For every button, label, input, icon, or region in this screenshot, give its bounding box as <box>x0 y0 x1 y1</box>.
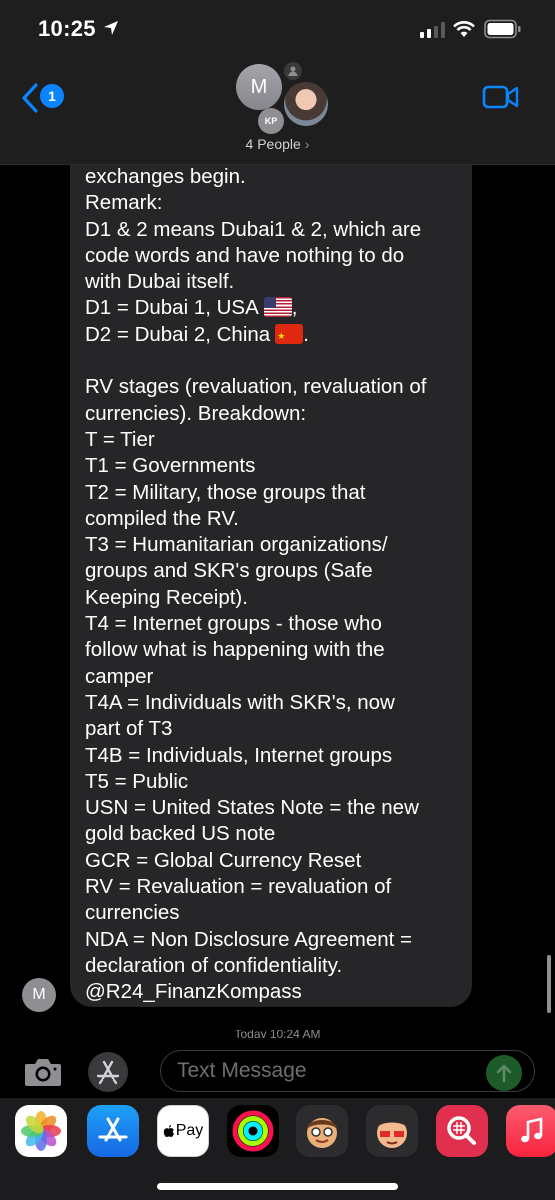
message-line: T4A = Individuals with SKR's, now <box>85 690 395 714</box>
memoji-app-icon[interactable] <box>296 1105 348 1157</box>
avatar-photo <box>284 82 328 126</box>
message-line: compiled the RV. <box>85 506 239 530</box>
group-details-link[interactable]: 4 People › <box>0 136 555 152</box>
message-line: code words and have nothing to do <box>85 243 405 267</box>
back-button[interactable]: 1 <box>18 80 68 116</box>
message-line: declaration of confidentiality. <box>85 953 343 977</box>
location-arrow-icon <box>104 21 118 35</box>
arrow-up-icon <box>496 1064 512 1083</box>
group-avatars[interactable]: M KP <box>228 58 338 138</box>
message-line: currencies <box>85 901 180 925</box>
send-button[interactable] <box>486 1055 522 1091</box>
message-line: D2 = Dubai 2, China. <box>85 322 454 348</box>
message-line: part of T3 <box>85 717 173 741</box>
message-bubble[interactable]: exchanges begin. Remark: D1 & 2 means Du… <box>70 164 472 1007</box>
message-line: GCR = Global Currency Reset <box>85 848 362 872</box>
message-line: T3 = Humanitarian organizations/ <box>85 533 388 557</box>
message-line: T4B = Individuals, Internet groups <box>85 743 393 767</box>
message-line: D1 = Dubai 1, USA, <box>85 295 454 321</box>
message-text: D1 = Dubai 1, USA <box>85 296 259 320</box>
message-line: gold backed US note <box>85 822 276 846</box>
message-text: D2 = Dubai 2, China <box>85 322 271 346</box>
people-count-label: 4 People <box>245 136 301 152</box>
photos-app-icon[interactable] <box>15 1105 67 1157</box>
message-thread[interactable]: exchanges begin. Remark: D1 & 2 means Du… <box>0 164 555 1026</box>
chevron-left-icon <box>22 83 38 113</box>
message-punctuation: , <box>291 296 298 320</box>
message-punctuation: . <box>303 322 309 346</box>
apple-pay-label: Pay <box>175 1122 204 1139</box>
app-store-app-icon[interactable] <box>87 1105 139 1157</box>
status-time: 10:25 <box>38 16 96 41</box>
message-line: NDA = Non Disclosure Agreement = <box>85 927 413 951</box>
apple-pay-app-icon[interactable]: Pay <box>157 1105 209 1157</box>
search-images-app-icon[interactable] <box>436 1105 488 1157</box>
battery-icon <box>484 19 521 39</box>
sender-avatar[interactable]: M <box>22 978 56 1012</box>
avatar: M <box>236 64 282 110</box>
music-app-icon[interactable] <box>506 1105 555 1157</box>
scrollbar[interactable] <box>547 955 551 1013</box>
app-store-button[interactable] <box>88 1052 128 1092</box>
message-line: exchanges begin. <box>85 165 246 188</box>
us-flag-icon <box>263 297 292 318</box>
message-line: T1 = Governments <box>85 454 256 478</box>
message-line: T4 = Internet groups - those who <box>85 612 382 636</box>
message-line: Keeping Receipt). <box>85 585 248 609</box>
message-line: Remark: <box>85 191 163 215</box>
activity-app-icon[interactable] <box>227 1105 279 1157</box>
camera-icon[interactable] <box>23 1056 63 1088</box>
message-line: D1 & 2 means Dubai1 & 2, which are <box>85 217 422 241</box>
message-line: T5 = Public <box>85 769 189 793</box>
message-line: camper <box>85 664 154 688</box>
message-line: currencies). Breakdown: <box>85 401 307 425</box>
message-line: T2 = Military, those groups that <box>85 480 366 504</box>
message-input[interactable]: Text Message <box>160 1050 535 1092</box>
apple-logo-icon <box>163 1125 174 1137</box>
message-line: @R24_FinanzKompass <box>85 980 302 1004</box>
message-line: RV = Revaluation = revaluation of <box>85 875 392 899</box>
message-line: follow what is happening with the <box>85 638 385 662</box>
unread-count-badge: 1 <box>40 84 64 108</box>
composer-bar: Text Message <box>0 1038 555 1098</box>
home-indicator[interactable] <box>157 1183 398 1190</box>
wifi-icon <box>453 21 475 37</box>
animoji-app-icon[interactable] <box>366 1105 418 1157</box>
message-line: USN = United States Note = the new <box>85 796 419 820</box>
conversation-header: 10:25 1 M KP 4 People › <box>0 0 555 165</box>
message-line: groups and SKR's groups (Safe <box>85 559 373 583</box>
video-call-icon[interactable] <box>482 84 520 110</box>
cellular-signal-icon <box>420 22 445 38</box>
chevron-right-icon: › <box>304 136 310 152</box>
avatar: KP <box>258 108 284 134</box>
china-flag-icon <box>275 323 304 344</box>
message-line: with Dubai itself. <box>85 270 235 294</box>
message-line: RV stages (revaluation, revaluation of <box>85 375 427 399</box>
app-store-icon <box>96 1060 120 1085</box>
person-icon <box>284 62 302 80</box>
message-line: T = Tier <box>85 427 155 451</box>
